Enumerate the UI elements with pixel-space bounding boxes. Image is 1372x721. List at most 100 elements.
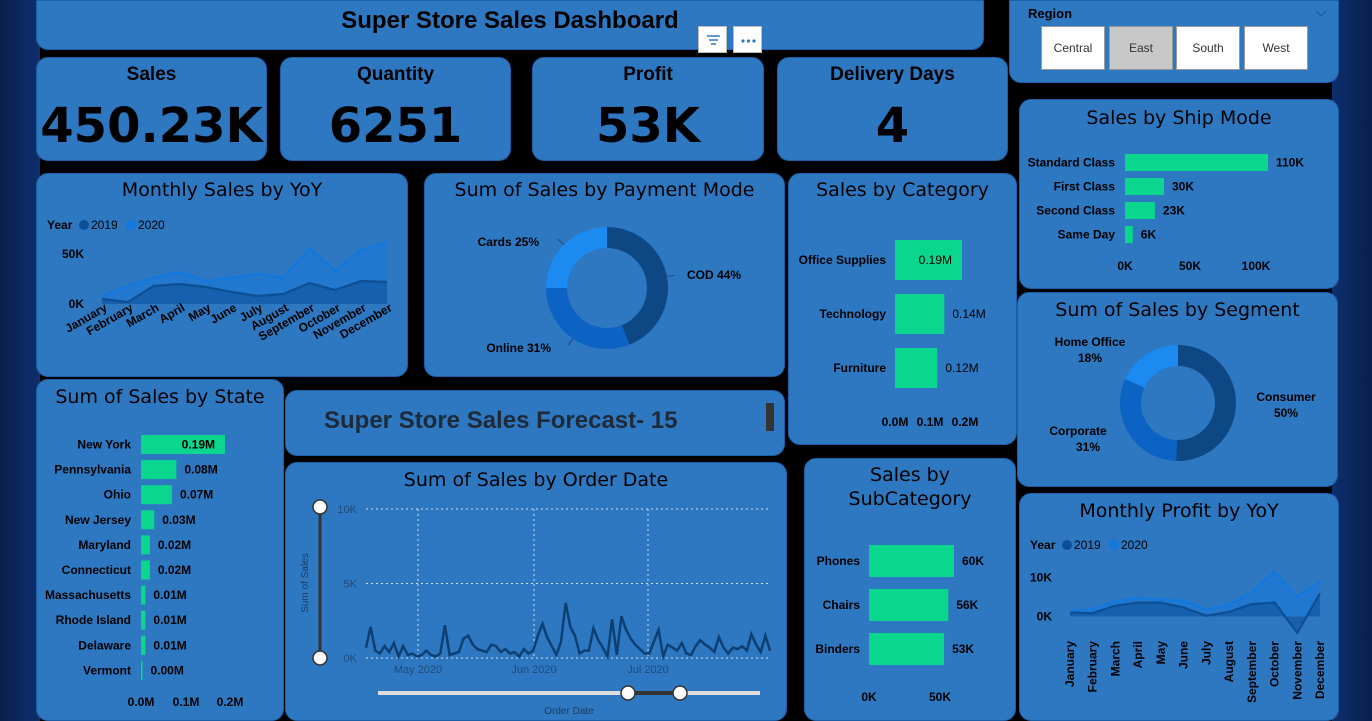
data-label: 56K: [956, 598, 978, 612]
x-tick-label: 0.0M: [128, 695, 155, 709]
category-label: Delaware: [78, 638, 131, 652]
y-axis-title: Sum of Sales: [300, 553, 311, 612]
data-label: 0.03M: [162, 513, 195, 527]
slice-pct: 18%: [1078, 351, 1102, 365]
kpi-label: Delivery Days: [830, 64, 955, 85]
more-options-icon: [741, 39, 756, 43]
dashboard-title: Super Store Sales Dashboard: [341, 7, 679, 34]
x-tick-label: November: [1290, 641, 1304, 700]
y-tick-label: 0K: [69, 297, 85, 311]
bar: [869, 589, 949, 621]
x-tick-label: Jul 2020: [627, 664, 669, 676]
bar: [1125, 226, 1133, 243]
monthly-profit-yoy-chart: Year 2019 2020 0K 10K January February March Apr…: [1030, 538, 1327, 703]
payment-mode-card: Sum of Sales by Payment Mode COD 44% Onli…: [424, 173, 785, 377]
y-range-slider-handle-top[interactable]: [312, 499, 328, 515]
category-label: Phones: [817, 554, 861, 568]
monthly-profit-yoy-card: Monthly Profit by YoY Year 2019 2020 0K 10K J…: [1019, 493, 1339, 721]
kpi-value: 53K: [596, 98, 700, 154]
bar: [895, 294, 945, 334]
category-label: Pennsylvania: [54, 463, 131, 477]
x-tick-label: January: [1063, 641, 1077, 687]
region-option-west[interactable]: West: [1244, 26, 1308, 70]
legend-label: 2019: [1074, 538, 1101, 552]
data-label: 0.02M: [158, 563, 191, 577]
more-options-button[interactable]: [733, 26, 762, 53]
legend-marker: [79, 220, 89, 230]
kpi-value: 450.23K: [40, 98, 263, 154]
sales-by-state-chart: New York 0.19M Pennsylvania 0.08M Ohio 0.07M N…: [45, 435, 244, 709]
kpi-label: Sales: [126, 64, 177, 85]
sales-by-ship-mode-chart: Standard Class 110K First Class 30K Second C…: [1028, 154, 1304, 273]
slice-name: Corporate: [1049, 424, 1107, 438]
category-label: New York: [77, 438, 131, 452]
x-tick-label: Jun 2020: [511, 664, 556, 676]
x-tick-label: 0K: [861, 690, 877, 704]
filter-button[interactable]: [698, 26, 727, 53]
bar: [895, 348, 938, 388]
x-tick-label: 0.1M: [173, 695, 200, 709]
y-tick-label: 10K: [337, 504, 357, 516]
data-label: 0.01M: [153, 613, 186, 627]
region-slicer: Region Central East South West: [1009, 0, 1339, 83]
x-tick-label: April: [1131, 641, 1145, 668]
sales-by-order-date-chart: 0K 5K 10K May 2020 Jun 2020 Jul 2020 Sum of Sa…: [300, 499, 772, 717]
x-tick-label: 0.2M: [217, 695, 244, 709]
chevron-down-icon[interactable]: [1315, 9, 1327, 19]
x-tick-label: March: [1108, 641, 1122, 676]
background-left: [0, 0, 40, 721]
x-range-slider-handle-right[interactable]: [672, 685, 688, 701]
x-tick-label: June: [1177, 641, 1191, 669]
kpi-quantity-card: Quantity 6251: [280, 57, 511, 161]
donut-slice-consumer: [1176, 345, 1237, 461]
leader-line: [557, 238, 565, 246]
region-option-south[interactable]: South: [1176, 26, 1240, 70]
donut-slice-online: [546, 288, 630, 349]
bar: [141, 460, 177, 480]
category-label: Rhode Island: [56, 613, 131, 627]
category-label: New Jersey: [65, 513, 131, 527]
bar: [869, 545, 954, 577]
data-label: 23K: [1163, 204, 1185, 218]
legend-marker: [1109, 540, 1119, 550]
legend-title: Year: [47, 218, 73, 232]
slice-label: COD 44%: [687, 268, 741, 282]
kpi-value: 4: [875, 98, 910, 154]
legend-label: 2020: [138, 218, 165, 232]
slice-label: Cards 25%: [478, 235, 540, 249]
legend-label: 2020: [1121, 538, 1148, 552]
region-option-central[interactable]: Central: [1041, 26, 1105, 70]
x-tick-label: May: [1154, 641, 1168, 665]
slice-name: Consumer: [1256, 390, 1316, 404]
data-label: 6K: [1141, 228, 1157, 242]
monthly-sales-yoy-chart: Year 2019 20200K50KJanuaryFebruaryMarchApr…: [47, 218, 395, 344]
data-label: 0.02M: [158, 538, 191, 552]
x-tick-label: 0.2M: [952, 415, 979, 429]
forecast-title: Super Store Sales Forecast- 15: [324, 407, 678, 434]
data-label: 30K: [1172, 180, 1194, 194]
x-tick-label: 100K: [1242, 259, 1271, 273]
payment-mode-donut: COD 44% Online 31% Cards 25%: [478, 227, 741, 355]
sales-by-subcategory-chart: Phones 60K Chairs 56K Binders 53K 0K 50K: [815, 545, 984, 704]
data-label: 0.19M: [182, 438, 215, 452]
bar: [141, 510, 155, 530]
sales-by-category-card: Sales by Category Office Supplies 0.19M Te…: [788, 173, 1017, 445]
legend-title: Year: [1030, 538, 1056, 552]
data-label: 0.01M: [153, 588, 186, 602]
bar: [1125, 178, 1164, 195]
leader-line: [666, 274, 675, 278]
y-range-slider-handle-bottom[interactable]: [312, 650, 328, 666]
sales-by-state-card: Sum of Sales by State New York 0.19M Penns…: [36, 379, 284, 721]
kpi-label: Quantity: [356, 64, 435, 85]
x-range-slider-handle-left[interactable]: [620, 685, 636, 701]
monthly-sales-yoy-card: Monthly Sales by YoY Year 2019 2020 0K 50K Ja…: [36, 173, 408, 377]
category-label: First Class: [1054, 180, 1116, 194]
category-label: Connecticut: [62, 563, 131, 577]
x-tick-label: 50K: [1179, 259, 1201, 273]
leader-line: [567, 338, 574, 346]
category-label: Furniture: [833, 361, 886, 375]
bar: [141, 585, 146, 605]
data-label: 0.19M: [919, 253, 952, 267]
bar: [141, 610, 146, 630]
region-option-east[interactable]: East: [1109, 26, 1173, 70]
